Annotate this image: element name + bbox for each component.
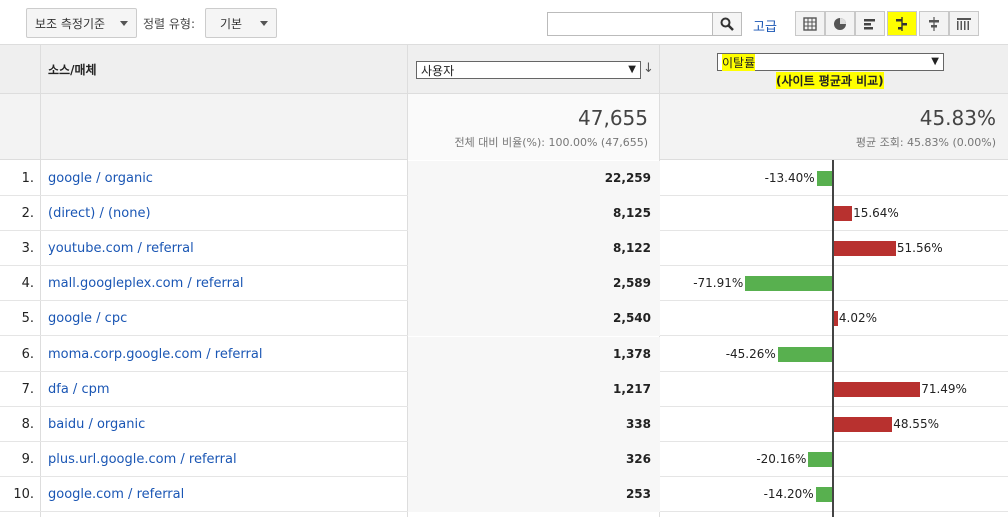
bar-view-button[interactable] — [855, 11, 885, 36]
pivot-view-button[interactable] — [949, 11, 979, 36]
source-medium-link[interactable]: mall.googleplex.com / referral — [48, 276, 244, 291]
term-cloud-icon — [929, 16, 939, 31]
delta-percent: -13.40% — [764, 171, 815, 185]
chevron-down-icon — [120, 21, 128, 26]
source-medium-link[interactable]: plus.url.google.com / referral — [48, 452, 237, 467]
source-medium-link[interactable]: (direct) / (none) — [48, 206, 151, 221]
source-medium-link[interactable]: moma.corp.google.com / referral — [48, 347, 262, 362]
row-index: 1. — [21, 171, 34, 186]
table-row: 9. plus.url.google.com / referral 326 -20.1… — [0, 441, 1008, 477]
users-value: 253 — [625, 486, 651, 501]
positive-delta-bar — [833, 206, 853, 222]
source-medium-link[interactable]: google / organic — [48, 171, 153, 186]
users-value: 326 — [625, 451, 651, 466]
table-row: 6. moma.corp.google.com / referral 1,378 -4… — [0, 336, 1008, 372]
table-row: 2. (direct) / (none) 8,125 15.64% — [0, 196, 1008, 232]
comparison-view-button[interactable] — [887, 11, 917, 36]
users-value: 22,259 — [604, 171, 651, 185]
compare-subtitle: (사이트 평균과 비교) — [776, 72, 884, 89]
row-index: 4. — [21, 276, 34, 292]
delta-percent: -71.91% — [693, 276, 744, 291]
users-value: 1,217 — [613, 381, 651, 396]
compare-metric-label: 이탈률 — [722, 53, 756, 71]
positive-delta-bar — [833, 241, 896, 257]
delta-percent: 51.56% — [896, 241, 943, 256]
table-row: 3. youtube.com / referral 8,122 51.56% — [0, 231, 1008, 267]
source-medium-link[interactable]: dfa / cpm — [48, 382, 110, 397]
summary-users-value: 47,655 — [578, 106, 648, 130]
source-medium-link[interactable]: baidu / organic — [48, 417, 145, 432]
pie-view-button[interactable] — [825, 11, 855, 36]
row-index: 2. — [21, 206, 34, 222]
row-index: 5. — [21, 311, 34, 327]
negative-delta-bar — [777, 346, 833, 362]
delta-percent: 71.49% — [921, 381, 967, 396]
table-header: 소스/매체 사용자 ▼ ↓ 이탈률 ▼ (사이트 평균과 비교) — [0, 44, 1008, 94]
source-medium-link[interactable]: youtube.com / referral — [48, 241, 194, 256]
row-index: 10. — [13, 486, 34, 502]
users-value: 2,540 — [613, 311, 651, 326]
positive-delta-bar — [833, 381, 921, 397]
sort-descending-icon[interactable]: ↓ — [643, 61, 654, 76]
secondary-dimension-label: 보조 측정기준 — [35, 16, 106, 31]
users-metric-select[interactable]: 사용자 ▼ — [416, 61, 641, 79]
summary-compare-value: 45.83% — [919, 106, 996, 130]
negative-delta-bar — [815, 486, 833, 502]
source-medium-link[interactable]: google / cpc — [48, 311, 127, 326]
table-view-button[interactable] — [795, 11, 825, 36]
bar-icon — [864, 18, 875, 29]
users-value: 1,378 — [613, 346, 651, 361]
row-index: 7. — [21, 381, 34, 397]
sort-type-dropdown[interactable]: 기본 — [205, 8, 277, 38]
source-medium-link[interactable]: google.com / referral — [48, 487, 184, 502]
users-value: 338 — [625, 416, 651, 431]
negative-delta-bar — [745, 276, 833, 292]
sort-type-label: 정렬 유형: — [143, 17, 196, 31]
chevron-down-icon: ▼ — [628, 64, 636, 75]
comparison-axis — [832, 160, 834, 517]
compare-metric-select[interactable]: 이탈률 ▼ — [717, 53, 944, 71]
summary-users-sub: 전체 대비 비율(%): 100.00% (47,655) — [454, 136, 648, 149]
table-row: 5. google / cpc 2,540 4.02% — [0, 301, 1008, 337]
negative-delta-bar — [808, 451, 833, 467]
search-icon — [720, 17, 734, 31]
row-index: 6. — [21, 346, 34, 362]
table-row: 10. google.com / referral 253 -14.20% — [0, 476, 1008, 512]
search-input[interactable] — [547, 12, 713, 36]
advanced-filter-link[interactable]: 고급 — [753, 16, 777, 35]
comparison-icon — [896, 16, 907, 31]
table-row: 7. dfa / cpm 1,217 71.49% — [0, 371, 1008, 407]
secondary-dimension-dropdown[interactable]: 보조 측정기준 — [26, 8, 137, 38]
chevron-down-icon — [260, 21, 268, 26]
table-icon — [803, 16, 817, 31]
summary-compare-sub: 평균 조회: 45.83% (0.00%) — [855, 136, 996, 149]
delta-percent: 4.02% — [838, 311, 878, 326]
delta-percent: 15.64% — [853, 206, 899, 221]
users-value: 8,122 — [613, 241, 651, 256]
users-metric-label: 사용자 — [421, 63, 455, 78]
summary-row: 47,655 전체 대비 비율(%): 100.00% (47,655) 45.… — [0, 94, 1008, 160]
row-index: 3. — [21, 241, 34, 257]
table-row: 1. google / organic 22,259 -13.40% — [0, 161, 1008, 196]
pivot-icon — [957, 17, 971, 30]
term-cloud-view-button[interactable] — [919, 11, 949, 36]
row-index: 9. — [21, 451, 34, 467]
delta-percent: -45.26% — [725, 346, 776, 361]
users-value: 8,125 — [613, 206, 651, 221]
table-row: 8. baidu / organic 338 48.55% — [0, 406, 1008, 442]
negative-delta-bar — [816, 171, 833, 186]
sort-type-value: 기본 — [220, 16, 243, 31]
delta-percent: 48.55% — [893, 416, 939, 431]
delta-percent: -20.16% — [756, 451, 807, 466]
table-row: 4. mall.googleplex.com / referral 2,589 -71… — [0, 266, 1008, 302]
row-index: 8. — [21, 416, 34, 432]
search-button[interactable] — [712, 12, 742, 36]
toolbar: 보조 측정기준 정렬 유형: 기본 고급 — [0, 0, 1008, 44]
positive-delta-bar — [833, 416, 893, 432]
chevron-down-icon: ▼ — [931, 56, 939, 67]
delta-percent: -14.20% — [763, 486, 814, 501]
pie-icon — [834, 17, 846, 30]
dimension-header[interactable]: 소스/매체 — [48, 61, 97, 78]
users-value: 2,589 — [613, 276, 651, 291]
